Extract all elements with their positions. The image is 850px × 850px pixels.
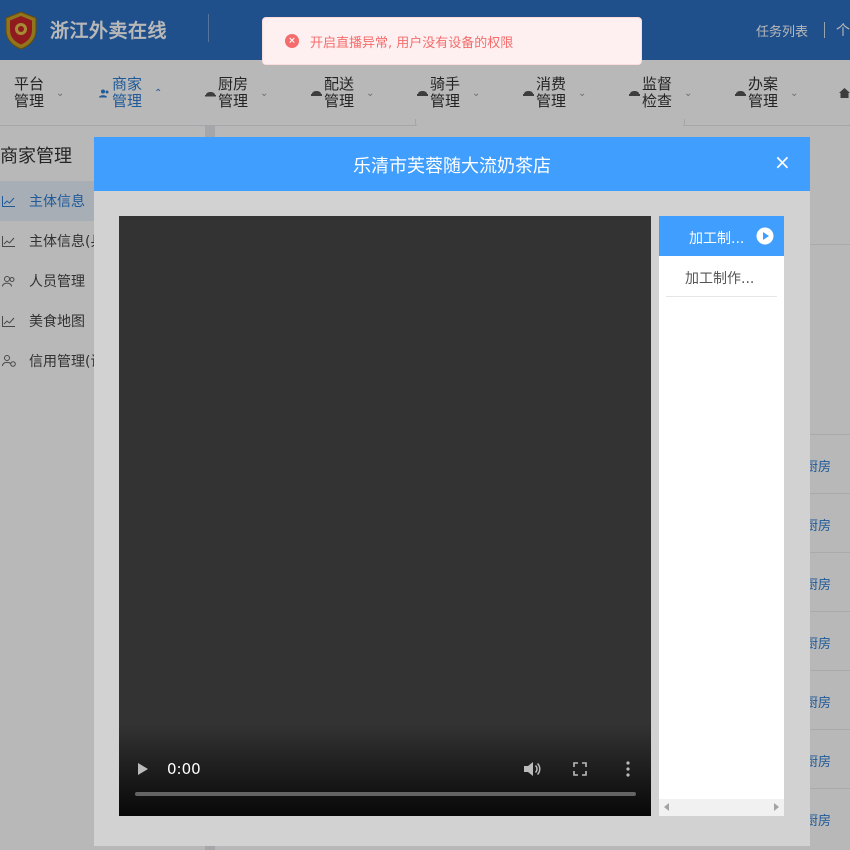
error-toast: × 开启直播异常, 用户没有设备的权限 [262,17,642,65]
play-icon[interactable] [137,762,149,776]
scroll-right-icon[interactable] [774,803,779,811]
playlist-item[interactable]: 加工制作... [666,256,777,297]
video-time: 0:00 [167,760,201,778]
dialog-title: 乐清市芙蓉随大流奶茶店 [353,156,551,177]
toast-message: 开启直播异常, 用户没有设备的权限 [310,35,514,51]
playlist-item-label: 加工制作... [685,271,755,287]
more-options-icon[interactable] [626,761,630,777]
fullscreen-icon[interactable] [573,762,587,776]
play-circle-icon [756,227,774,245]
video-playlist: 加工制... 加工制作... [659,216,784,816]
video-player[interactable]: 0:00 [119,216,651,816]
playlist-item-label: 加工制... [689,231,745,247]
volume-icon[interactable] [523,761,541,777]
error-icon: × [285,34,299,48]
dialog-header: 乐清市芙蓉随大流奶茶店 × [94,137,810,191]
live-video-dialog: 乐清市芙蓉随大流奶茶店 × 0:00 加工制... 加工制作... [94,137,810,846]
close-icon[interactable]: × [774,152,791,172]
video-progress-bar[interactable] [135,792,636,796]
scroll-left-icon[interactable] [664,803,669,811]
playlist-horizontal-scrollbar[interactable] [659,799,784,816]
playlist-item-active[interactable]: 加工制... [659,216,784,256]
video-controls-bar: 0:00 [119,724,651,816]
